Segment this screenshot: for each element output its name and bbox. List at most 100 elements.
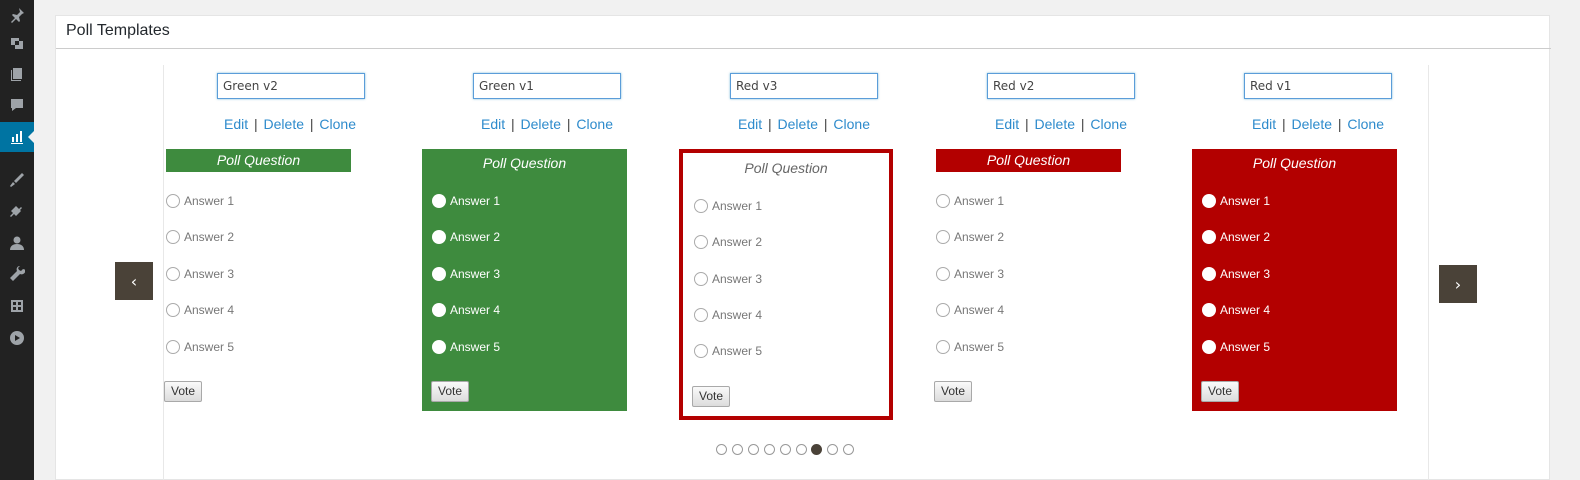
radio-button[interactable] bbox=[936, 230, 950, 244]
answer-option[interactable]: Answer 1 bbox=[1202, 194, 1270, 208]
radio-button[interactable] bbox=[166, 303, 180, 317]
answer-option[interactable]: Answer 2 bbox=[1202, 230, 1270, 244]
edit-link[interactable]: Edit bbox=[481, 116, 505, 132]
clone-link[interactable]: Clone bbox=[1090, 116, 1127, 132]
radio-button[interactable] bbox=[1202, 230, 1216, 244]
template-name-input[interactable] bbox=[730, 73, 878, 99]
radio-button[interactable] bbox=[936, 303, 950, 317]
answer-option[interactable]: Answer 2 bbox=[432, 230, 500, 244]
radio-button[interactable] bbox=[432, 194, 446, 208]
radio-button[interactable] bbox=[694, 344, 708, 358]
media-icon[interactable] bbox=[0, 28, 34, 58]
answer-option[interactable]: Answer 1 bbox=[166, 194, 234, 208]
poll-chart-icon[interactable] bbox=[0, 122, 35, 152]
answer-option[interactable]: Answer 4 bbox=[936, 303, 1004, 317]
delete-link[interactable]: Delete bbox=[521, 116, 561, 132]
answer-option[interactable]: Answer 4 bbox=[1202, 303, 1270, 317]
answer-option[interactable]: Answer 3 bbox=[694, 272, 762, 286]
carousel-dot[interactable] bbox=[764, 444, 775, 455]
carousel-dot[interactable] bbox=[843, 444, 854, 455]
radio-button[interactable] bbox=[936, 340, 950, 354]
plugins-icon[interactable] bbox=[0, 196, 34, 226]
answer-option[interactable]: Answer 5 bbox=[694, 344, 762, 358]
radio-button[interactable] bbox=[166, 340, 180, 354]
radio-button[interactable] bbox=[432, 340, 446, 354]
carousel-dot[interactable] bbox=[716, 444, 727, 455]
carousel-next-button[interactable]: › bbox=[1439, 265, 1477, 303]
radio-button[interactable] bbox=[166, 194, 180, 208]
vote-button[interactable]: Vote bbox=[431, 381, 470, 402]
carousel-dot[interactable] bbox=[748, 444, 759, 455]
answer-option[interactable]: Answer 5 bbox=[166, 340, 234, 354]
answer-option[interactable]: Answer 2 bbox=[694, 235, 762, 249]
edit-link[interactable]: Edit bbox=[738, 116, 762, 132]
radio-button[interactable] bbox=[694, 308, 708, 322]
template-name-input[interactable] bbox=[987, 73, 1135, 99]
pin-icon[interactable] bbox=[0, 0, 34, 30]
delete-link[interactable]: Delete bbox=[1035, 116, 1075, 132]
edit-link[interactable]: Edit bbox=[995, 116, 1019, 132]
answer-option[interactable]: Answer 5 bbox=[936, 340, 1004, 354]
answer-option[interactable]: Answer 3 bbox=[432, 267, 500, 281]
answer-option[interactable]: Answer 2 bbox=[166, 230, 234, 244]
vote-button[interactable]: Vote bbox=[164, 381, 203, 402]
answer-option[interactable]: Answer 1 bbox=[694, 199, 762, 213]
answer-option[interactable]: Answer 3 bbox=[166, 267, 234, 281]
radio-button[interactable] bbox=[1202, 194, 1216, 208]
radio-button[interactable] bbox=[432, 267, 446, 281]
carousel-dot-active[interactable] bbox=[811, 444, 822, 455]
clone-link[interactable]: Clone bbox=[1347, 116, 1384, 132]
radio-button[interactable] bbox=[166, 230, 180, 244]
radio-button[interactable] bbox=[936, 267, 950, 281]
delete-link[interactable]: Delete bbox=[1292, 116, 1332, 132]
users-icon[interactable] bbox=[0, 228, 34, 258]
carousel-dot[interactable] bbox=[796, 444, 807, 455]
template-name-input[interactable] bbox=[473, 73, 621, 99]
answer-option[interactable]: Answer 5 bbox=[1202, 340, 1270, 354]
radio-button[interactable] bbox=[694, 199, 708, 213]
template-name-input[interactable] bbox=[1244, 73, 1392, 99]
tools-icon[interactable] bbox=[0, 259, 34, 289]
edit-link[interactable]: Edit bbox=[1252, 116, 1276, 132]
clone-link[interactable]: Clone bbox=[576, 116, 613, 132]
play-icon[interactable] bbox=[0, 323, 34, 353]
answer-option[interactable]: Answer 3 bbox=[936, 267, 1004, 281]
vote-button[interactable]: Vote bbox=[1201, 381, 1240, 402]
carousel-dot[interactable] bbox=[780, 444, 791, 455]
radio-button[interactable] bbox=[166, 267, 180, 281]
clone-link[interactable]: Clone bbox=[833, 116, 870, 132]
radio-button[interactable] bbox=[936, 194, 950, 208]
carousel-right-edge bbox=[1428, 65, 1429, 480]
radio-button[interactable] bbox=[1202, 267, 1216, 281]
delete-link[interactable]: Delete bbox=[778, 116, 818, 132]
carousel-dot[interactable] bbox=[732, 444, 743, 455]
pages-icon[interactable] bbox=[0, 59, 34, 89]
comments-icon[interactable] bbox=[0, 90, 34, 120]
answer-option[interactable]: Answer 1 bbox=[432, 194, 500, 208]
answer-option[interactable]: Answer 3 bbox=[1202, 267, 1270, 281]
vote-button[interactable]: Vote bbox=[934, 381, 973, 402]
template-name-input[interactable] bbox=[217, 73, 365, 99]
radio-button[interactable] bbox=[432, 303, 446, 317]
answer-option[interactable]: Answer 5 bbox=[432, 340, 500, 354]
carousel-dot[interactable] bbox=[827, 444, 838, 455]
poll-question: Poll Question bbox=[1252, 155, 1337, 171]
answer-option[interactable]: Answer 4 bbox=[166, 303, 234, 317]
answer-option[interactable]: Answer 4 bbox=[432, 303, 500, 317]
carousel-prev-button[interactable]: ‹ bbox=[115, 262, 153, 300]
answer-option[interactable]: Answer 4 bbox=[694, 308, 762, 322]
edit-link[interactable]: Edit bbox=[224, 116, 248, 132]
radio-button[interactable] bbox=[1202, 340, 1216, 354]
delete-link[interactable]: Delete bbox=[264, 116, 304, 132]
radio-button[interactable] bbox=[694, 272, 708, 286]
answer-option[interactable]: Answer 2 bbox=[936, 230, 1004, 244]
radio-button[interactable] bbox=[694, 235, 708, 249]
vote-button[interactable]: Vote bbox=[692, 386, 731, 407]
clone-link[interactable]: Clone bbox=[319, 116, 356, 132]
radio-button[interactable] bbox=[1202, 303, 1216, 317]
template-actions: Edit | Delete | Clone bbox=[1218, 116, 1418, 132]
settings-icon[interactable] bbox=[0, 291, 34, 321]
answer-option[interactable]: Answer 1 bbox=[936, 194, 1004, 208]
radio-button[interactable] bbox=[432, 230, 446, 244]
appearance-icon[interactable] bbox=[0, 165, 34, 195]
